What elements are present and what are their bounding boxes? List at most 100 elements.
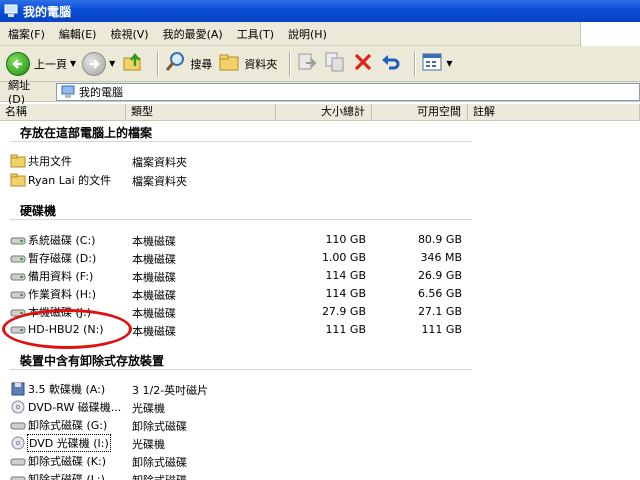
search-button[interactable]: 搜尋: [164, 49, 212, 79]
item-total-size: 27.9 GB: [321, 305, 366, 318]
folder-icon: [10, 173, 26, 187]
group-divider: [10, 219, 472, 220]
item-type: 光碟機: [132, 402, 165, 415]
views-button[interactable]: ▼: [421, 49, 452, 79]
undo-button[interactable]: [380, 49, 402, 79]
drive-row[interactable]: 系統磁碟 (C:) 本機磁碟 110 GB 80.9 GB: [0, 231, 640, 249]
hard-drive-icon: [10, 251, 26, 265]
drive-row[interactable]: 暫存磁碟 (D:) 本機磁碟 1.00 GB 346 MB: [0, 249, 640, 267]
group-divider: [10, 369, 472, 370]
menu-edit[interactable]: 編輯(E): [59, 26, 97, 42]
menu-file[interactable]: 檔案(F): [8, 26, 45, 42]
item-name: DVD 光碟機 (I:): [27, 434, 111, 452]
device-row[interactable]: 卸除式磁碟 (L:) 卸除式磁碟: [0, 470, 640, 480]
device-row[interactable]: 卸除式磁碟 (K:) 卸除式磁碟: [0, 452, 640, 470]
forward-button[interactable]: ▼: [82, 49, 115, 79]
address-field[interactable]: 我的電腦: [56, 83, 640, 101]
item-name: 共用文件: [28, 155, 72, 168]
group-header-removable-storage: 裝置中含有卸除式存放裝置: [20, 354, 165, 368]
menu-help[interactable]: 說明(H): [288, 26, 327, 42]
delete-button[interactable]: [352, 49, 374, 79]
delete-icon: [352, 51, 374, 76]
hard-drive-icon: [10, 233, 26, 247]
search-label: 搜尋: [190, 57, 213, 71]
copy-to-button[interactable]: [324, 49, 346, 79]
column-header-bar: 名稱 類型 大小總計 可用空間 註解: [0, 104, 640, 121]
menu-favorites[interactable]: 我的最愛(A): [163, 26, 223, 42]
device-row[interactable]: 3.5 軟碟機 (A:) 3 1/2-英吋磁片: [0, 380, 640, 398]
item-type: 卸除式磁碟: [132, 472, 187, 480]
item-name: 暫存磁碟 (D:): [28, 252, 97, 265]
up-folder-button[interactable]: [121, 49, 145, 79]
item-type: 本機磁碟: [132, 325, 176, 338]
item-free-space: 80.9 GB: [417, 233, 462, 246]
back-dropdown-icon[interactable]: ▼: [70, 59, 76, 68]
removable-disk-icon: [10, 418, 26, 432]
list-item[interactable]: Ryan Lai 的文件 檔案資料夾: [0, 171, 640, 189]
device-row[interactable]: 卸除式磁碟 (G:) 卸除式磁碟: [0, 416, 640, 434]
toolbar-separator: [289, 50, 291, 77]
item-type: 3 1/2-英吋磁片: [132, 384, 209, 397]
hard-drive-icon: [10, 287, 26, 301]
address-label: 網址(D): [8, 79, 30, 106]
toolbar-separator: [157, 50, 159, 77]
removable-disk-icon: [10, 472, 26, 480]
column-header-total-size[interactable]: 大小總計: [276, 104, 372, 121]
column-header-name[interactable]: 名稱: [0, 104, 126, 121]
views-icon: [421, 51, 443, 76]
item-type: 本機磁碟: [132, 271, 176, 284]
group-divider: [10, 141, 472, 142]
forward-arrow-icon: [82, 51, 107, 76]
floppy-drive-icon: [10, 382, 26, 396]
device-row[interactable]: DVD 光碟機 (I:) 光碟機: [0, 434, 640, 452]
column-header-comment[interactable]: 註解: [468, 104, 640, 121]
forward-dropdown-icon[interactable]: ▼: [109, 59, 115, 68]
item-free-space: 6.56 GB: [417, 287, 462, 300]
column-header-free-space[interactable]: 可用空間: [372, 104, 468, 121]
back-button[interactable]: 上一頁 ▼: [6, 49, 76, 79]
window-title: 我的電腦: [23, 4, 72, 19]
item-total-size: 1.00 GB: [321, 251, 366, 264]
column-header-type[interactable]: 類型: [126, 104, 276, 121]
menu-view[interactable]: 檢視(V): [110, 26, 148, 42]
shared-folder-icon: [10, 154, 26, 168]
item-total-size: 114 GB: [325, 287, 366, 300]
title-bar[interactable]: 我的電腦: [0, 0, 640, 22]
item-free-space: 346 MB: [420, 251, 462, 264]
item-name: 卸除式磁碟 (L:): [28, 473, 105, 480]
list-item[interactable]: 共用文件 檔案資料夾: [0, 152, 640, 170]
address-bar: 網址(D) 我的電腦: [0, 79, 640, 106]
item-name: DVD-RW 磁碟機...: [28, 401, 122, 414]
views-dropdown-icon[interactable]: ▼: [446, 59, 452, 68]
drive-row[interactable]: 備用資料 (F:) 本機磁碟 114 GB 26.9 GB: [0, 267, 640, 285]
item-name: 3.5 軟碟機 (A:): [28, 383, 106, 396]
move-to-button[interactable]: [296, 49, 318, 79]
item-free-space: 111 GB: [421, 323, 462, 336]
up-folder-icon: [121, 50, 145, 77]
back-arrow-icon: [6, 51, 30, 76]
item-type: 本機磁碟: [132, 307, 176, 320]
device-row[interactable]: DVD-RW 磁碟機... 光碟機: [0, 398, 640, 416]
item-total-size: 114 GB: [325, 269, 366, 282]
copy-to-icon: [324, 51, 346, 76]
menu-tools[interactable]: 工具(T): [237, 26, 274, 42]
hard-drive-icon: [10, 269, 26, 283]
item-type: 光碟機: [132, 438, 165, 451]
folders-button[interactable]: 資料夾: [218, 49, 277, 79]
item-type: 本機磁碟: [132, 253, 176, 266]
dvd-drive-icon: [10, 436, 26, 450]
folders-label: 資料夾: [244, 57, 278, 71]
move-to-icon: [296, 51, 318, 76]
item-type: 本機磁碟: [132, 289, 176, 302]
item-type: 卸除式磁碟: [132, 456, 187, 469]
drive-row[interactable]: 作業資料 (H:) 本機磁碟 114 GB 6.56 GB: [0, 285, 640, 303]
address-value: 我的電腦: [79, 86, 123, 99]
item-type: 檔案資料夾: [132, 175, 187, 188]
undo-icon: [380, 51, 402, 76]
toolbar: 上一頁 ▼ ▼ 搜尋 資料夾 ▼: [0, 46, 640, 82]
item-name: 卸除式磁碟 (G:): [28, 419, 108, 432]
toolbar-separator: [414, 50, 416, 77]
windows-logo-area: [580, 22, 640, 46]
my-computer-icon: [4, 4, 18, 18]
item-name: 卸除式磁碟 (K:): [28, 455, 106, 468]
